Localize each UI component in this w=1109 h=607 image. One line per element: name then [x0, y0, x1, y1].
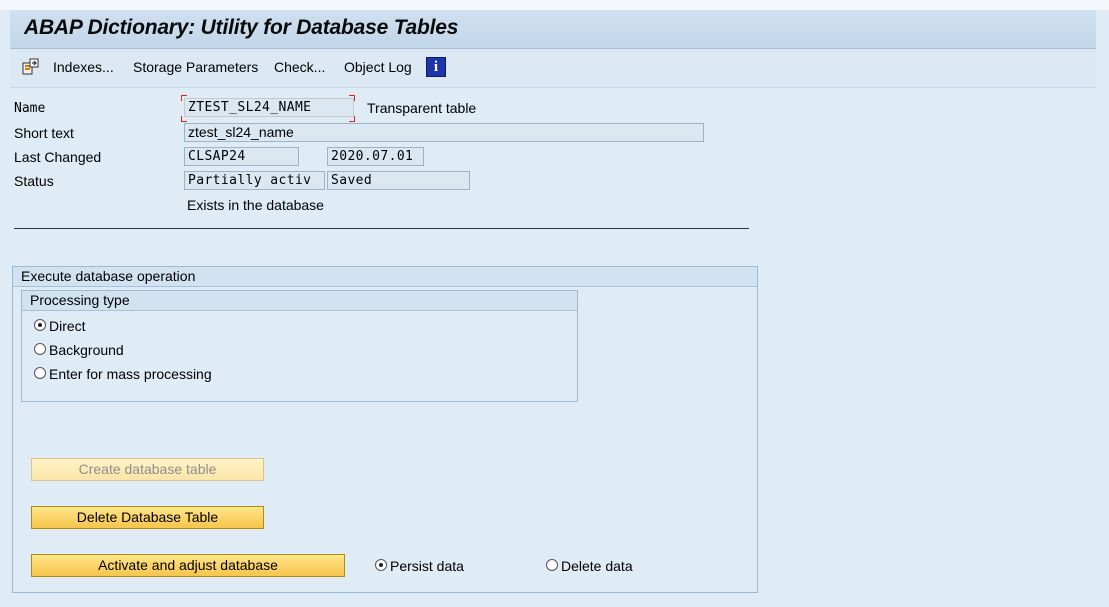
- radio-button-persist-data[interactable]: [375, 559, 387, 571]
- last-changed-date-value: 2020.07.01: [331, 149, 414, 164]
- short-text-value: ztest_sl24_name: [188, 124, 294, 140]
- divider: [14, 228, 749, 229]
- name-field-value: ZTEST_SL24_NAME: [188, 100, 312, 115]
- info-icon[interactable]: i: [426, 57, 446, 77]
- object-log-button[interactable]: Object Log: [344, 59, 412, 75]
- name-label: Name: [14, 101, 46, 116]
- last-changed-label: Last Changed: [14, 149, 102, 165]
- processing-type-group-title: Processing type: [22, 291, 577, 311]
- storage-parameters-button[interactable]: Storage Parameters: [133, 59, 258, 75]
- radio-label-persist-data: Persist data: [390, 558, 464, 574]
- status-value-1: Partially activ: [188, 173, 312, 188]
- check-button[interactable]: Check...: [274, 59, 325, 75]
- execute-operation-group-title: Execute database operation: [13, 267, 757, 287]
- radio-button-delete-data[interactable]: [546, 559, 558, 571]
- status-field-1[interactable]: Partially activ: [184, 171, 325, 190]
- last-changed-user-value: CLSAP24: [188, 149, 246, 164]
- radio-button-direct[interactable]: [34, 319, 46, 331]
- radio-label-direct: Direct: [49, 318, 86, 334]
- short-text-field[interactable]: ztest_sl24_name: [184, 123, 704, 142]
- execute-operation-group: Execute database operation Processing ty…: [12, 266, 758, 593]
- radio-button-mass-processing[interactable]: [34, 367, 46, 379]
- focus-marker: [349, 116, 355, 122]
- delete-database-table-button[interactable]: Delete Database Table: [31, 506, 264, 529]
- table-type-text: Transparent table: [367, 100, 477, 116]
- status-value-2: Saved: [331, 173, 373, 188]
- short-text-label: Short text: [14, 125, 74, 141]
- db-existence-text: Exists in the database: [187, 197, 324, 213]
- title-bar: ABAP Dictionary: Utility for Database Ta…: [10, 10, 1096, 49]
- create-database-table-button[interactable]: Create database table: [31, 458, 264, 481]
- indexes-button[interactable]: Indexes...: [53, 59, 114, 75]
- name-field[interactable]: ZTEST_SL24_NAME: [184, 98, 354, 117]
- application-toolbar: Indexes... Storage Parameters Check... O…: [10, 49, 1096, 88]
- radio-label-delete-data: Delete data: [561, 558, 633, 574]
- window-top-strip: [0, 0, 1109, 10]
- focus-marker: [181, 95, 187, 101]
- status-field-2[interactable]: Saved: [327, 171, 470, 190]
- page-title: ABAP Dictionary: Utility for Database Ta…: [24, 16, 459, 39]
- radio-label-background: Background: [49, 342, 124, 358]
- last-changed-date-field[interactable]: 2020.07.01: [327, 147, 424, 166]
- activate-adjust-database-button[interactable]: Activate and adjust database: [31, 554, 345, 577]
- status-label: Status: [14, 173, 54, 189]
- last-changed-user-field[interactable]: CLSAP24: [184, 147, 299, 166]
- focus-marker: [181, 116, 187, 122]
- radio-button-background[interactable]: [34, 343, 46, 355]
- focus-marker: [349, 95, 355, 101]
- settings-transfer-icon[interactable]: [22, 58, 40, 76]
- processing-type-group: Processing type Direct Background Enter …: [21, 290, 578, 402]
- radio-label-mass-processing: Enter for mass processing: [49, 366, 212, 382]
